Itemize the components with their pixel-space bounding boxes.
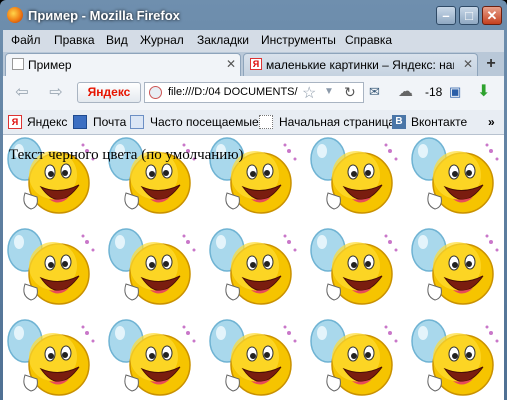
minimize-button[interactable]: – xyxy=(436,6,456,25)
menu-bar: Файл Правка Вид Журнал Закладки Инструме… xyxy=(3,30,504,52)
close-button[interactable]: ✕ xyxy=(482,6,502,25)
navigation-toolbar: ⇦ ⇨ Яндекс file:///D:/04 DOCUMENTS/ ☆ ▼ … xyxy=(3,76,504,111)
smiley-balloon-image xyxy=(205,226,305,321)
url-bar[interactable]: file:///D:/04 DOCUMENTS/ ☆ ▼ ↻ xyxy=(144,82,364,103)
back-button[interactable]: ⇦ xyxy=(13,84,31,102)
yandex-logo: Яндекс xyxy=(87,85,131,99)
smiley-balloon-image xyxy=(407,135,504,230)
mail-icon xyxy=(73,115,87,129)
yandex-icon: Я xyxy=(250,58,262,70)
search-icon xyxy=(130,115,144,129)
tab-label: Пример xyxy=(28,58,72,72)
page-text: Текст черного цвета (по умолчанию) xyxy=(9,147,244,163)
menu-bookmarks[interactable]: Закладки xyxy=(197,33,249,47)
url-dropdown-icon[interactable]: ▼ xyxy=(324,86,334,97)
download-icon[interactable]: ⬇ xyxy=(477,81,490,101)
smiley-balloon-image xyxy=(104,226,204,321)
yandex-icon: Я xyxy=(8,115,22,129)
tab-close-icon[interactable]: ✕ xyxy=(463,57,473,71)
smiley-balloon-image xyxy=(205,317,305,400)
bookmark-star-icon[interactable]: ☆ xyxy=(302,83,316,102)
page-icon xyxy=(12,58,24,70)
bookmarks-overflow-icon[interactable]: » xyxy=(488,115,495,129)
smiley-balloon-image xyxy=(3,226,103,321)
tab-close-icon[interactable]: ✕ xyxy=(226,57,236,71)
url-text[interactable]: file:///D:/04 DOCUMENTS/ xyxy=(168,86,302,98)
bookmark-yandex[interactable]: Яндекс xyxy=(27,115,67,129)
firefox-icon xyxy=(7,7,23,23)
weather-cloud-icon[interactable]: ☁ xyxy=(398,82,413,100)
bookmark-mail[interactable]: Почта xyxy=(93,115,126,129)
extension-icon[interactable]: ▣ xyxy=(449,84,461,100)
page-content: Текст черного цвета (по умолчанию) xyxy=(3,135,504,400)
close-icon: ✕ xyxy=(486,8,498,23)
bookmark-start-page[interactable]: Начальная страница xyxy=(279,115,395,129)
bookmarks-toolbar: Я Яндекс Почта Часто посещаемые Начальна… xyxy=(3,110,504,135)
weather-temperature[interactable]: -18 xyxy=(425,85,442,99)
bookmark-most-visited[interactable]: Часто посещаемые xyxy=(150,115,259,129)
mail-icon[interactable]: ✉ xyxy=(369,84,380,100)
page-icon xyxy=(259,115,273,129)
window-title: Пример - Mozilla Firefox xyxy=(28,8,180,23)
vkontakte-icon: B xyxy=(392,115,406,129)
menu-history[interactable]: Журнал xyxy=(140,33,184,47)
menu-file[interactable]: Файл xyxy=(11,33,41,47)
menu-view[interactable]: Вид xyxy=(106,33,128,47)
tab-label: маленькие картинки – Яндекс: наш... xyxy=(266,58,454,72)
browser-window: Пример - Mozilla Firefox – □ ✕ Файл Прав… xyxy=(0,0,507,400)
yandex-search-button[interactable]: Яндекс xyxy=(77,82,141,103)
tab-yandex-search[interactable]: Я маленькие картинки – Яндекс: наш... ✕ xyxy=(243,53,478,76)
smiley-balloon-image xyxy=(407,317,504,400)
site-identity-icon[interactable] xyxy=(149,86,162,99)
maximize-icon: □ xyxy=(465,8,473,23)
smiley-balloon-image xyxy=(3,317,103,400)
tab-strip: Пример ✕ Я маленькие картинки – Яндекс: … xyxy=(3,52,504,76)
tab-primer[interactable]: Пример ✕ xyxy=(5,53,241,76)
minimize-icon: – xyxy=(442,8,450,23)
smiley-balloon-image xyxy=(306,226,406,321)
menu-tools[interactable]: Инструменты xyxy=(261,33,336,47)
title-bar: Пример - Mozilla Firefox – □ ✕ xyxy=(0,0,507,30)
smiley-balloon-image xyxy=(306,135,406,230)
bookmark-vkontakte[interactable]: Вконтакте xyxy=(411,115,467,129)
menu-edit[interactable]: Правка xyxy=(54,33,95,47)
smiley-balloon-image xyxy=(407,226,504,321)
reload-icon[interactable]: ↻ xyxy=(344,84,356,101)
new-tab-button[interactable]: + xyxy=(481,55,501,73)
smiley-balloon-image xyxy=(104,317,204,400)
forward-button[interactable]: ⇨ xyxy=(47,84,65,102)
maximize-button[interactable]: □ xyxy=(459,6,479,25)
menu-help[interactable]: Справка xyxy=(345,33,392,47)
smiley-balloon-image xyxy=(306,317,406,400)
